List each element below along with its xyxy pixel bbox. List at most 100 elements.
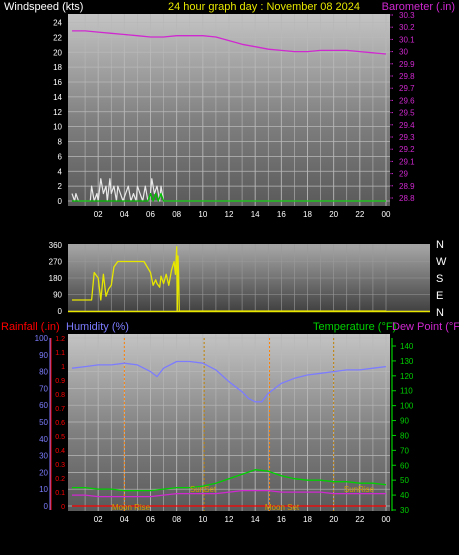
direction-degree-label: 360 [49,241,63,250]
windspeed-tick-label: 16 [53,78,62,87]
humidity-tick-label: 100 [35,334,49,343]
temperature-tick-label: 50 [400,476,409,485]
temperature-axis-title: Temperature (°F) [313,321,396,333]
temperature-tick-label: 30 [400,506,409,515]
humidity-tick-label: 90 [39,351,48,360]
direction-degree-label: 270 [49,258,63,267]
barometer-tick-label: 29.6 [399,96,415,105]
humidity-tick-label: 80 [39,368,48,377]
temperature-x-tick-label: 06 [146,515,155,524]
compass-direction-label: W [436,256,447,268]
humidity-tick-label: 50 [39,418,48,427]
wind-x-tick-label: 00 [382,210,391,219]
direction-degree-label: 0 [58,307,63,316]
wind-x-tick-label: 10 [198,210,207,219]
rainfall-tick-label: 0.6 [55,420,65,427]
compass-direction-label: N [436,307,444,319]
windspeed-tick-label: 22 [53,33,62,42]
humidity-tick-label: 30 [39,452,48,461]
rainfall-tick-label: 0.3 [55,462,65,469]
rainfall-tick-label: 0.9 [55,378,65,385]
rainfall-tick-label: 0 [61,504,65,511]
sunrise-label: SunRise [344,485,375,494]
moonrise-label: Moon Rise [112,503,151,512]
humidity-tick-label: 20 [39,468,48,477]
barometer-y-tick-labels: 30.3 30.2 30.1 30 29.9 29.8 29.7 29.6 29.5 29.4 29… [390,11,415,206]
barometer-tick-label: 29.7 [399,84,415,93]
wind-x-tick-label: 16 [277,210,286,219]
barometer-tick-label: 29.1 [399,157,415,166]
humidity-tick-label: 70 [39,384,48,393]
barometer-tick-label: 30.3 [399,11,415,20]
barometer-tick-label: 30.2 [399,23,415,32]
rainfall-axis-title: Rainfall (.in) [1,321,60,333]
temperature-x-tick-label: 16 [277,515,286,524]
windspeed-tick-label: 8 [58,138,63,147]
windspeed-tick-label: 10 [53,123,62,132]
moonset-label: Moon Set [265,503,300,512]
compass-direction-label: S [436,273,443,285]
windspeed-tick-label: 18 [53,63,62,72]
temperature-tick-label: 40 [400,491,409,500]
windspeed-tick-label: 6 [58,152,63,161]
temperature-x-tick-label: 00 [382,515,391,524]
temperature-tick-label: 80 [400,431,409,440]
windspeed-axis-title: Windspeed (kts) [4,1,83,13]
windspeed-tick-label: 14 [53,93,62,102]
humidity-tick-label: 40 [39,435,48,444]
humidity-tick-label: 60 [39,401,48,410]
windspeed-tick-label: 24 [53,19,62,28]
temperature-tick-label: 110 [400,387,413,396]
windspeed-tick-label: 12 [53,108,62,117]
windspeed-y-tick-labels: 242220181614121086420 [53,19,62,207]
rainfall-tick-label: 1.2 [55,336,65,343]
direction-degree-label: 180 [49,274,63,283]
weather-graph-canvas: Windspeed (kts) 24 hour graph day : Nove… [1,1,459,524]
temperature-tick-label: 100 [400,402,414,411]
rainfall-tick-label: 0.1 [55,490,65,497]
humidity-temperature-panel: 1.21.110.90.80.70.60.50.40.30.20.10 1009… [35,334,414,524]
direction-compass-tick-labels: NWSEN [436,239,447,319]
wind-x-tick-label: 08 [172,210,181,219]
rainfall-tick-label: 1.1 [55,350,65,357]
temperature-x-tick-label: 04 [120,515,129,524]
compass-direction-label: N [436,239,444,251]
temperature-x-tick-label: 18 [303,515,312,524]
barometer-tick-label: 29.5 [399,109,415,118]
barometer-tick-label: 28.8 [399,194,415,203]
wind-x-tick-label: 18 [303,210,312,219]
humidity-y-tick-labels: 1009080706050403020100 [35,334,51,511]
wind-x-tick-labels: 02 04 06 08 10 12 14 16 18 20 22 00 [94,210,391,219]
barometer-axis-title: Barometer (.in) [382,1,455,13]
wind-x-tick-label: 04 [120,210,129,219]
temperature-x-tick-label: 14 [251,515,260,524]
direction-degree-tick-labels: 360 270 180 90 0 [49,241,63,316]
rainfall-tick-label: 1 [61,364,65,371]
wind-x-tick-label: 06 [146,210,155,219]
windspeed-tick-label: 2 [58,182,63,191]
wind-x-tick-label: 02 [94,210,103,219]
temperature-x-tick-labels: 02 04 06 08 10 12 14 16 18 20 22 00 [94,515,391,524]
temperature-tick-label: 130 [400,357,414,366]
direction-degree-label: 90 [53,291,62,300]
barometer-tick-label: 29.4 [399,121,415,130]
humidity-tick-label: 10 [39,485,48,494]
rainfall-tick-label: 0.7 [55,406,65,413]
barometer-tick-label: 29.2 [399,145,415,154]
barometer-tick-label: 29 [399,170,408,179]
humidity-axis-title: Humidity (%) [66,321,129,333]
barometer-tick-label: 30.1 [399,35,415,44]
barometer-tick-label: 29.3 [399,133,415,142]
temperature-x-tick-label: 10 [198,515,207,524]
compass-direction-label: E [436,290,443,302]
temperature-tick-label: 90 [400,417,409,426]
temperature-tick-label: 60 [400,461,409,470]
weather-graph-page: Windspeed (kts) 24 hour graph day : Nove… [0,0,459,555]
temperature-x-tick-label: 22 [355,515,364,524]
sunset-label: SunSet [190,485,217,494]
humidity-tick-label: 0 [44,502,49,511]
temperature-x-tick-label: 20 [329,515,338,524]
temperature-tick-label: 120 [400,372,414,381]
wind-barometer-panel: 242220181614121086420 30.330.230.13029.9… [53,11,415,219]
barometer-tick-label: 29.9 [399,60,415,69]
